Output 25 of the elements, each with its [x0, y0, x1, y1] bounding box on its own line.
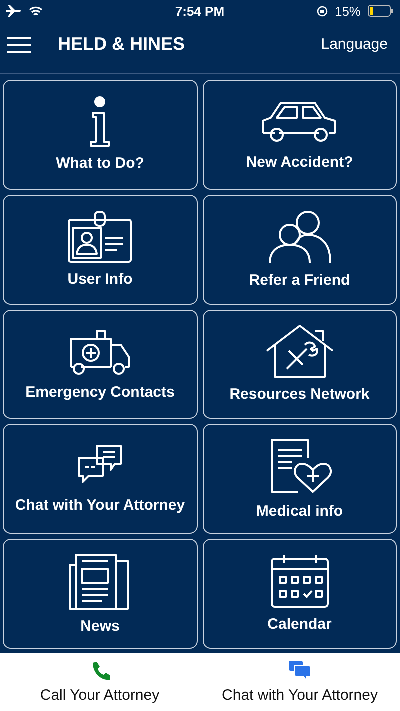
menu-tile[interactable]: Medical info — [202, 424, 397, 534]
menu-tile[interactable]: Refer a Friend — [202, 194, 397, 305]
airplane-icon — [6, 5, 22, 17]
chat-bubbles-icon — [289, 660, 311, 680]
status-time: 7:54 PM — [175, 4, 225, 18]
phone-icon — [90, 660, 110, 680]
app-title: HELD & HINES — [58, 34, 186, 55]
rotation-lock-icon — [316, 6, 328, 16]
menu-tile[interactable]: News — [3, 539, 198, 649]
menu-tile[interactable]: Emergency Contacts — [3, 310, 198, 420]
menu-tile[interactable]: Resources Network — [202, 310, 397, 420]
bottom-tab[interactable]: Call Your Attorney — [0, 653, 200, 711]
id-badge-icon — [67, 210, 134, 264]
language-link[interactable]: Language — [321, 36, 388, 53]
calendar-icon — [270, 553, 330, 610]
menu-tile[interactable]: Chat with Your Attorney — [3, 424, 198, 534]
battery-percent: 15% — [334, 4, 361, 18]
menu-tile[interactable]: Calendar — [202, 539, 397, 649]
menu-icon[interactable] — [6, 36, 32, 52]
battery-icon — [368, 5, 394, 17]
menu-tile[interactable]: User Info — [3, 194, 198, 305]
menu-tile[interactable]: New Accident? — [202, 80, 397, 190]
menu-tile[interactable]: What to Do? — [3, 80, 198, 190]
bottom-tab[interactable]: Chat with Your Attorney — [200, 653, 400, 711]
wifi-icon — [29, 6, 43, 16]
